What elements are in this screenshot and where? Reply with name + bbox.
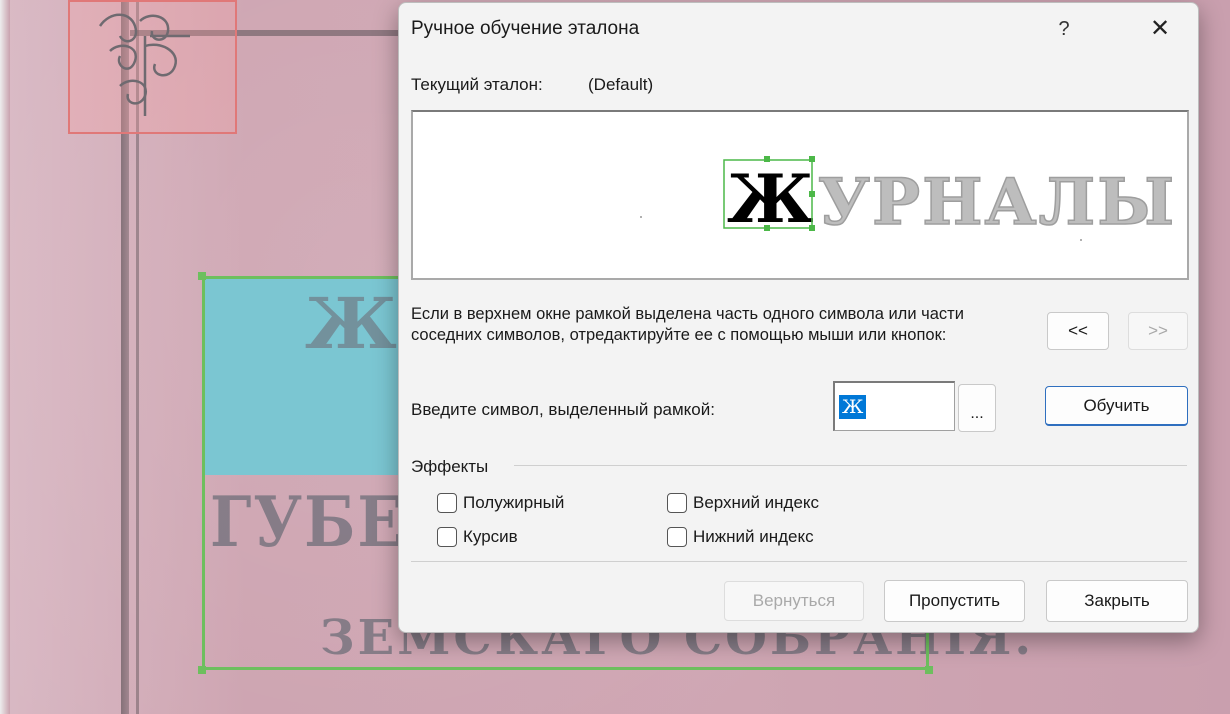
preview-word: УРНАЛЫ [818,165,1176,240]
frame-handle[interactable] [809,191,815,197]
symbol-input-value: Ж [839,395,867,419]
close-button[interactable]: Закрыть [1046,580,1188,622]
checkbox-box[interactable] [437,527,457,547]
ornament-selection[interactable] [68,0,237,134]
italic-label: Курсив [463,527,518,546]
train-button[interactable]: Обучить [1045,386,1188,426]
checkbox-box[interactable] [437,493,457,513]
selection-handle[interactable] [198,666,206,674]
bold-label: Полужирный [463,493,565,512]
superscript-label: Верхний индекс [693,493,820,512]
bold-checkbox[interactable]: Полужирный [437,493,564,513]
checkbox-box[interactable] [667,527,687,547]
selection-handle[interactable] [925,666,933,674]
symbol-picker-button[interactable]: ... [958,384,996,432]
page-edge [0,0,10,714]
subscript-checkbox[interactable]: Нижний индекс [667,527,814,547]
italic-checkbox[interactable]: Курсив [437,527,518,547]
checkbox-box[interactable] [667,493,687,513]
subscript-label: Нижний индекс [693,527,814,546]
effects-label: Эффекты [411,457,489,476]
previous-button[interactable]: << [1047,312,1109,350]
selection-handle[interactable] [198,272,206,280]
glyph-preview[interactable]: УРНАЛЫ Ж [411,110,1189,280]
preview-selected-glyph: Ж [727,160,814,238]
back-button[interactable]: Вернуться [724,581,864,621]
help-button[interactable]: ? [1044,9,1084,49]
current-pattern-label: Текущий эталон: [411,75,543,94]
ornament-icon [98,13,190,116]
frame-handle[interactable] [764,156,770,162]
symbol-input[interactable]: Ж [833,381,955,431]
effects-divider [514,465,1187,466]
enter-symbol-label: Введите символ, выделенный рамкой: [411,400,715,419]
current-pattern-value: (Default) [588,75,654,94]
next-button[interactable]: >> [1128,312,1188,350]
footer-divider [411,561,1187,562]
close-icon[interactable]: ✕ [1136,9,1184,49]
dialog-title: Ручное обучение эталона [411,18,640,39]
manual-training-dialog: Ручное обучение эталона ? ✕ Текущий этал… [398,2,1199,633]
preview-canvas: УРНАЛЫ Ж [640,156,1176,241]
skip-button[interactable]: Пропустить [884,580,1025,622]
frame-handle[interactable] [809,156,815,162]
frame-handle[interactable] [809,225,815,231]
superscript-checkbox[interactable]: Верхний индекс [667,493,819,513]
instruction-text: Если в верхнем окне рамкой выделена част… [411,305,964,344]
frame-handle[interactable] [764,225,770,231]
